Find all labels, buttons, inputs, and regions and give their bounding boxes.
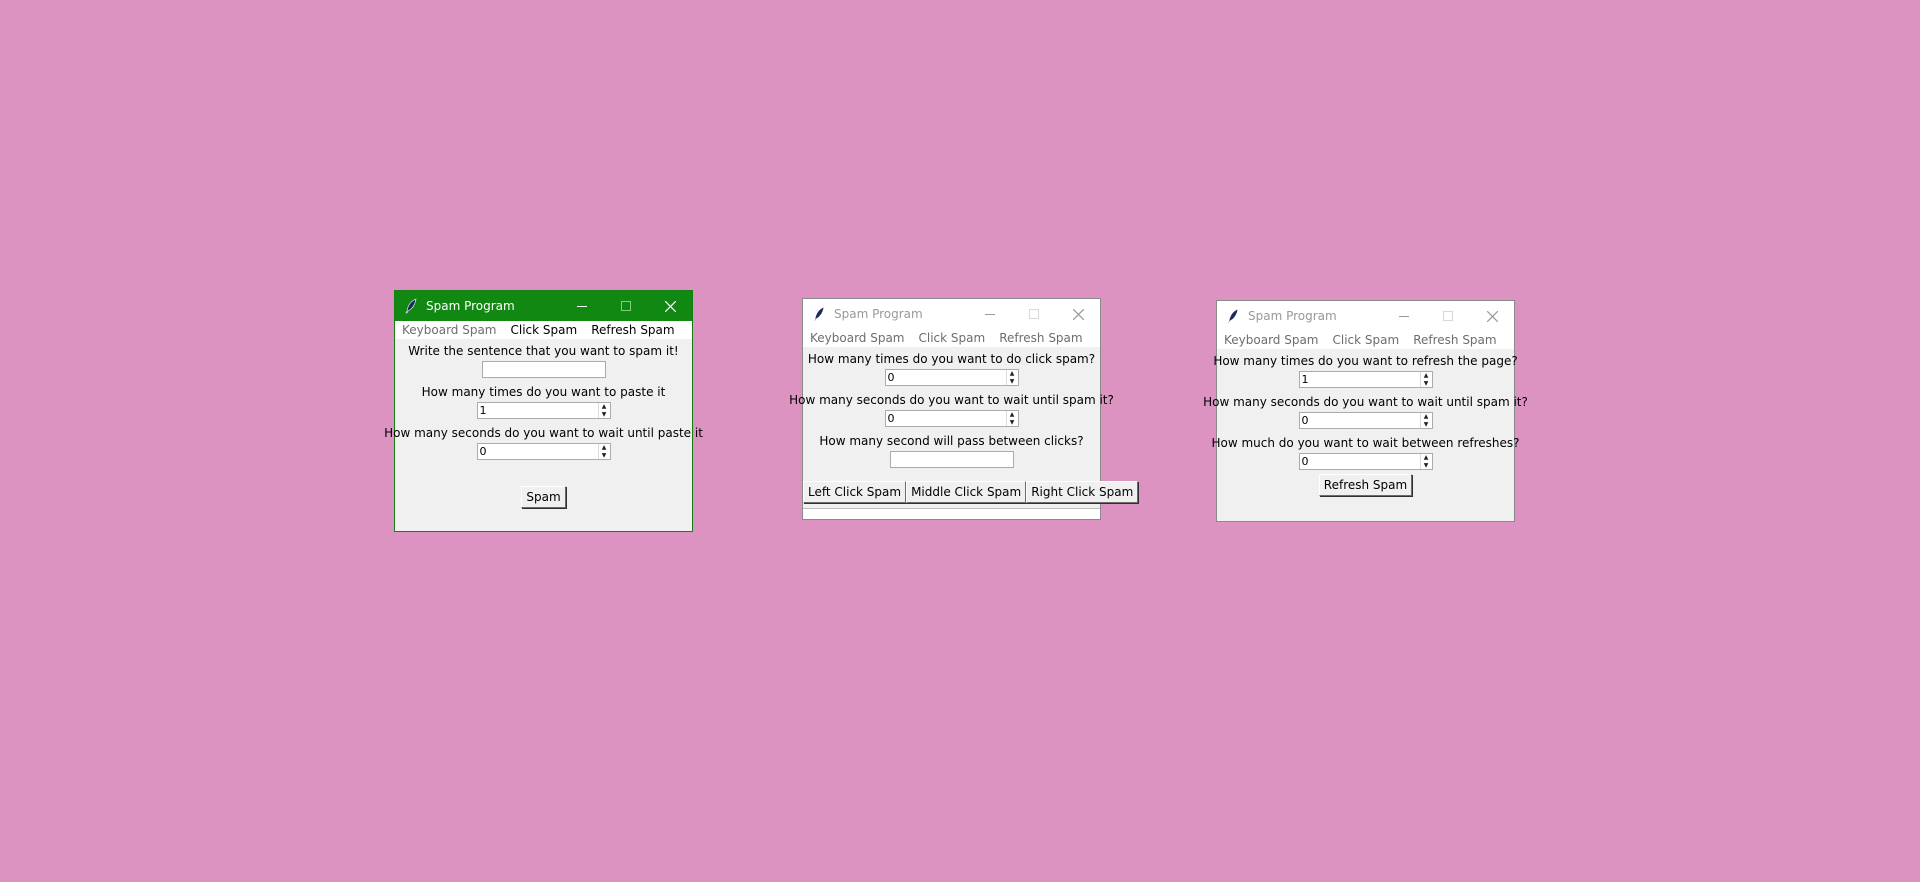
- click-spam-window: Spam Program Keyboard Spam Click Spam Re…: [789, 298, 1139, 520]
- menu-bar: Keyboard Spam Click Spam Refresh Spam: [1217, 331, 1514, 349]
- close-icon[interactable]: [1470, 301, 1514, 331]
- refresh-times-spinbox[interactable]: 1 ▲ ▼: [1298, 371, 1433, 388]
- content-area: Write the sentence that you want to spam…: [384, 339, 703, 508]
- maximize-icon[interactable]: [604, 291, 648, 321]
- maximize-icon[interactable]: [1426, 301, 1470, 331]
- menu-click-spam[interactable]: Click Spam: [504, 323, 585, 337]
- minimize-icon[interactable]: [560, 291, 604, 321]
- spin-down-icon[interactable]: ▼: [1421, 421, 1432, 429]
- spin-up-icon[interactable]: ▲: [1007, 411, 1018, 419]
- title-bar[interactable]: Spam Program: [803, 299, 1100, 329]
- minimize-icon[interactable]: [968, 299, 1012, 329]
- window-title: Spam Program: [1248, 309, 1337, 323]
- middle-click-spam-button[interactable]: Middle Click Spam: [906, 481, 1027, 503]
- click-seconds-spinbox[interactable]: 0 ▲ ▼: [884, 410, 1019, 427]
- menu-keyboard-spam[interactable]: Keyboard Spam: [395, 323, 504, 337]
- refresh-times-value: 1: [1301, 373, 1309, 386]
- refresh-seconds-label: How many seconds do you want to wait unt…: [1203, 395, 1528, 409]
- spin-up-icon[interactable]: ▲: [599, 403, 610, 411]
- menu-bar: Keyboard Spam Click Spam Refresh Spam: [395, 321, 692, 339]
- spin-down-icon[interactable]: ▼: [1007, 378, 1018, 386]
- feather-icon: [1227, 308, 1239, 324]
- click-times-spinbox[interactable]: 0 ▲ ▼: [884, 369, 1019, 386]
- minimize-icon[interactable]: [1382, 301, 1426, 331]
- between-clicks-label: How many second will pass between clicks…: [819, 434, 1084, 448]
- close-icon[interactable]: [1056, 299, 1100, 329]
- menu-keyboard-spam[interactable]: Keyboard Spam: [1217, 333, 1326, 347]
- title-bar[interactable]: Spam Program: [395, 291, 692, 321]
- menu-keyboard-spam[interactable]: Keyboard Spam: [803, 331, 912, 345]
- spin-down-icon[interactable]: ▼: [599, 452, 610, 460]
- menu-refresh-spam[interactable]: Refresh Spam: [992, 331, 1089, 345]
- spin-down-icon[interactable]: ▼: [599, 411, 610, 419]
- refresh-seconds-value: 0: [1301, 414, 1309, 427]
- between-refreshes-spinbox[interactable]: 0 ▲ ▼: [1298, 453, 1433, 470]
- spin-up-icon[interactable]: ▲: [1007, 370, 1018, 378]
- menu-click-spam[interactable]: Click Spam: [1326, 333, 1407, 347]
- between-refreshes-value: 0: [1301, 455, 1309, 468]
- content-area: How many times do you want to refresh th…: [1203, 349, 1528, 496]
- spin-up-icon[interactable]: ▲: [599, 444, 610, 452]
- spin-up-icon[interactable]: ▲: [1421, 454, 1432, 462]
- refresh-spam-button[interactable]: Refresh Spam: [1318, 474, 1413, 496]
- seconds-spinbox[interactable]: 0 ▲ ▼: [476, 443, 611, 460]
- refresh-seconds-spinbox[interactable]: 0 ▲ ▼: [1298, 412, 1433, 429]
- feather-icon: [405, 298, 417, 314]
- click-seconds-label: How many seconds do you want to wait unt…: [789, 393, 1114, 407]
- click-seconds-value: 0: [887, 412, 895, 425]
- spin-down-icon[interactable]: ▼: [1421, 380, 1432, 388]
- spin-up-icon[interactable]: ▲: [1421, 372, 1432, 380]
- bottom-strip: [803, 508, 1100, 519]
- refresh-times-label: How many times do you want to refresh th…: [1213, 354, 1518, 368]
- window-title: Spam Program: [834, 307, 923, 321]
- keyboard-spam-window: Spam Program Keyboard Spam Click Spam Re…: [384, 290, 703, 532]
- maximize-icon[interactable]: [1012, 299, 1056, 329]
- window-title: Spam Program: [426, 299, 515, 313]
- between-refreshes-label: How much do you want to wait between ref…: [1211, 436, 1520, 450]
- menu-refresh-spam[interactable]: Refresh Spam: [1406, 333, 1503, 347]
- spin-down-icon[interactable]: ▼: [1421, 462, 1432, 470]
- close-icon[interactable]: [648, 291, 692, 321]
- menu-click-spam[interactable]: Click Spam: [912, 331, 993, 345]
- title-bar[interactable]: Spam Program: [1217, 301, 1514, 331]
- refresh-spam-window: Spam Program Keyboard Spam Click Spam Re…: [1203, 300, 1528, 522]
- content-area: How many times do you want to do click s…: [789, 347, 1139, 503]
- click-times-value: 0: [887, 371, 895, 384]
- seconds-label: How many seconds do you want to wait unt…: [384, 426, 703, 440]
- right-click-spam-button[interactable]: Right Click Spam: [1026, 481, 1139, 503]
- spam-button[interactable]: Spam: [521, 486, 566, 508]
- sentence-input[interactable]: [481, 361, 606, 378]
- spin-up-icon[interactable]: ▲: [1421, 413, 1432, 421]
- menu-bar: Keyboard Spam Click Spam Refresh Spam: [803, 329, 1100, 347]
- left-click-spam-button[interactable]: Left Click Spam: [803, 481, 907, 503]
- sentence-label: Write the sentence that you want to spam…: [408, 344, 679, 358]
- spin-down-icon[interactable]: ▼: [1007, 419, 1018, 427]
- click-times-label: How many times do you want to do click s…: [807, 352, 1096, 366]
- times-label: How many times do you want to paste it: [421, 385, 666, 399]
- menu-refresh-spam[interactable]: Refresh Spam: [584, 323, 681, 337]
- times-spinbox[interactable]: 1 ▲ ▼: [476, 402, 611, 419]
- feather-icon: [813, 306, 825, 322]
- seconds-value: 0: [479, 445, 487, 458]
- times-value: 1: [479, 404, 487, 417]
- between-clicks-input[interactable]: [889, 451, 1014, 468]
- click-button-row: Left Click Spam Middle Click Spam Right …: [803, 481, 1139, 503]
